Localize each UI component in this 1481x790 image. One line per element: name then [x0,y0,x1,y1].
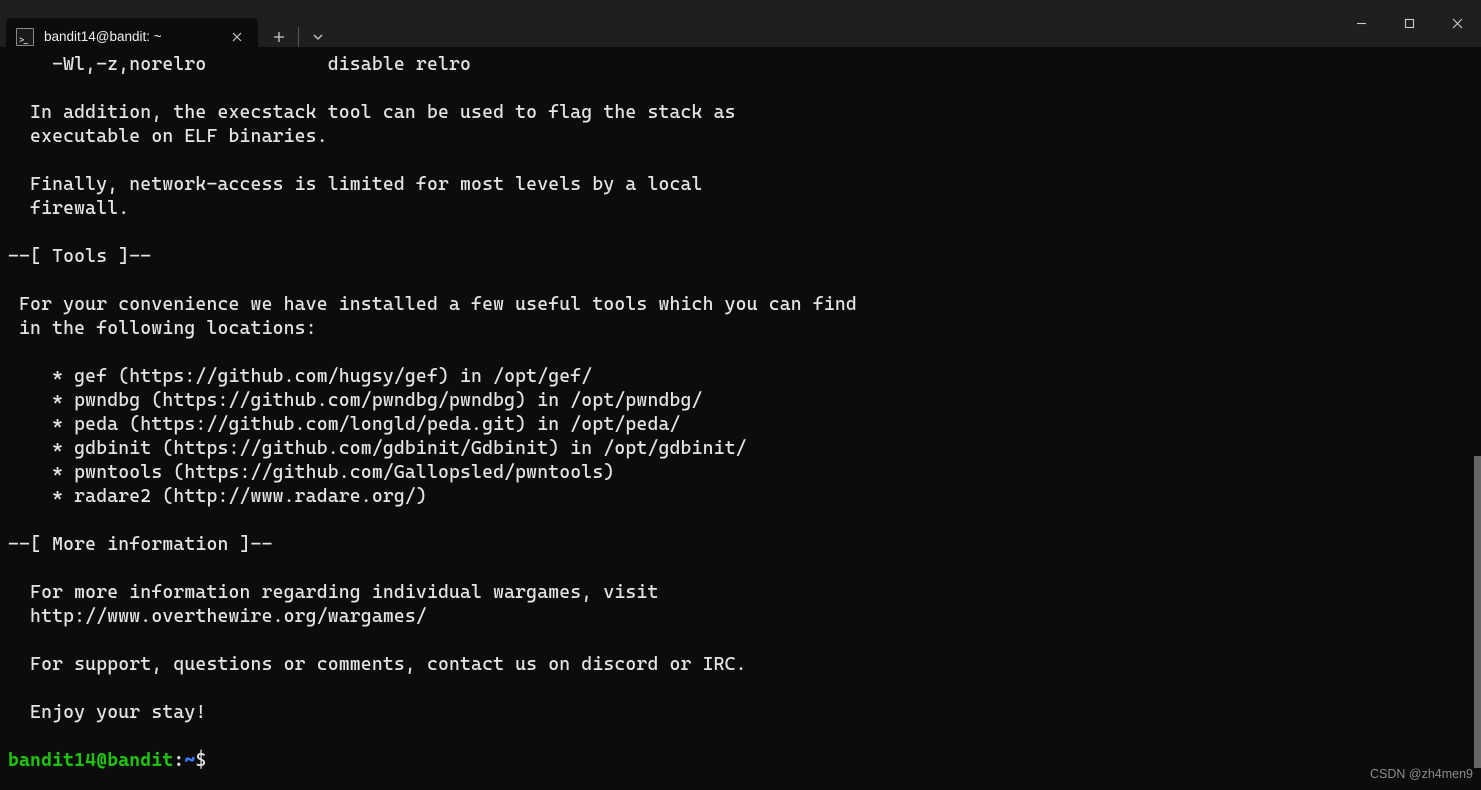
titlebar-drag-region[interactable] [335,0,1337,47]
scrollbar-thumb[interactable] [1474,456,1481,768]
prompt-colon: : [173,750,184,771]
divider [298,27,299,47]
terminal-window: bandit14@bandit: ~ [0,0,1481,790]
terminal-icon [16,28,34,46]
minimize-button[interactable] [1337,0,1385,47]
prompt-dollar: $ [195,750,206,771]
close-icon [1452,18,1463,29]
scrollbar[interactable] [1473,47,1481,790]
close-window-button[interactable] [1433,0,1481,47]
titlebar: bandit14@bandit: ~ [0,0,1481,47]
watermark: CSDN @zh4men9 [1370,762,1473,786]
tab-title: bandit14@bandit: ~ [44,25,218,49]
plus-icon [273,31,285,43]
minimize-icon [1356,18,1367,29]
prompt-path: ~ [184,750,195,771]
terminal-output: -Wl,-z,norelro disable relro In addition… [8,54,857,723]
prompt-user-host: bandit14@bandit [8,750,173,771]
close-icon [232,32,242,42]
terminal-body[interactable]: -Wl,-z,norelro disable relro In addition… [0,47,1481,790]
window-controls [1337,0,1481,47]
maximize-button[interactable] [1385,0,1433,47]
maximize-icon [1404,18,1415,29]
chevron-down-icon [313,34,323,40]
close-tab-button[interactable] [228,28,246,46]
